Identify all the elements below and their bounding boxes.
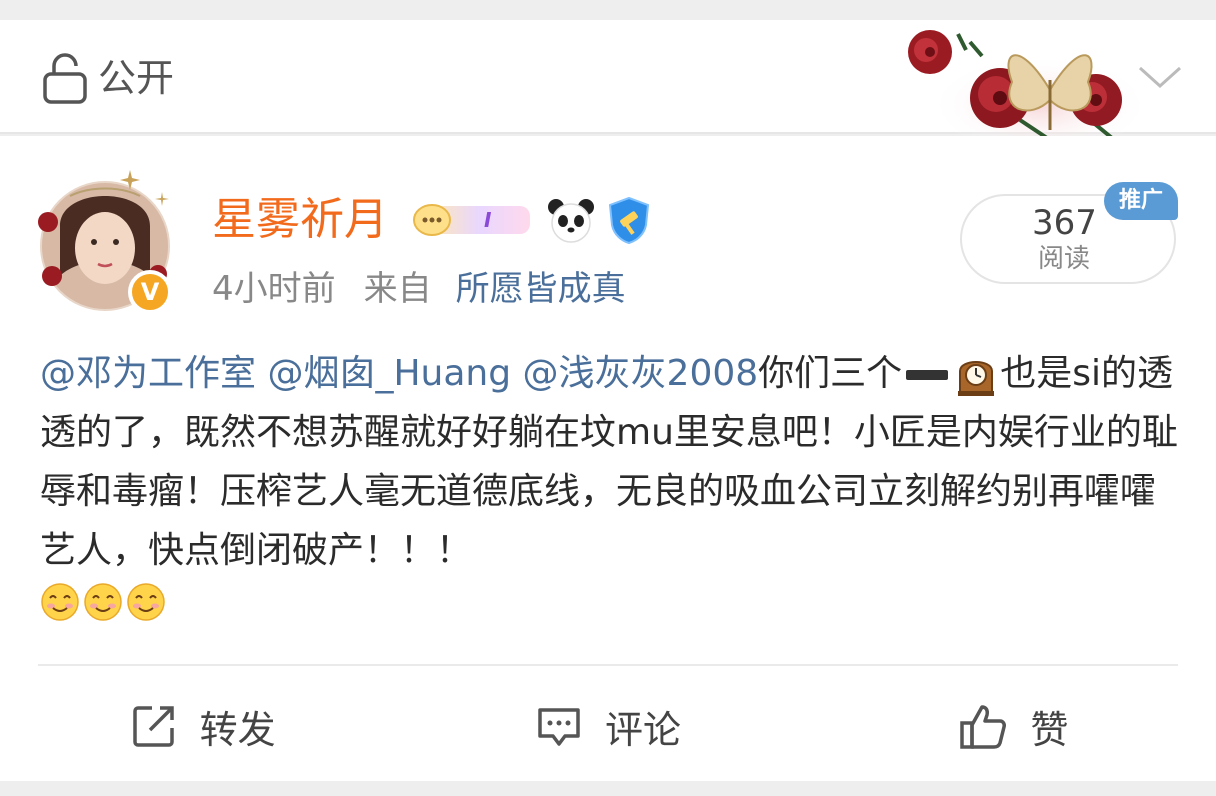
top-spacer <box>0 0 1216 20</box>
smile-emoji-icon <box>84 583 122 621</box>
username[interactable]: 星雾祈月 <box>212 188 388 252</box>
visibility-label: 公开 <box>98 56 175 100</box>
divider <box>38 664 1178 666</box>
repost-icon <box>132 706 174 747</box>
chevron-down-icon[interactable] <box>1130 56 1190 96</box>
smile-emoji-icon <box>127 583 165 621</box>
read-count: 367 <box>1032 203 1097 243</box>
shield-gavel-icon[interactable] <box>606 195 652 245</box>
bottom-spacer <box>0 781 1216 796</box>
thumbs-up-icon <box>960 705 1007 749</box>
source-link[interactable]: 所愿皆成真 <box>456 264 626 314</box>
mention-link[interactable]: @邓为工作室 <box>40 353 256 394</box>
svg-text:I: I <box>484 208 492 232</box>
visibility-header: 公开 <box>0 20 1216 150</box>
panda-icon[interactable] <box>546 195 596 245</box>
like-button[interactable]: 赞 <box>811 676 1216 776</box>
user-badges: I <box>410 195 652 245</box>
like-label: 赞 <box>1030 707 1069 752</box>
verified-badge: V <box>128 270 172 314</box>
post-meta: 4小时前 来自 所愿皆成真 <box>212 264 626 314</box>
repost-button[interactable]: 转发 <box>0 676 405 776</box>
read-label: 阅读 <box>1038 244 1091 274</box>
timestamp: 4小时前 <box>212 269 336 309</box>
comment-label: 评论 <box>604 707 681 752</box>
post-card: V 星雾祈月 I 4小时前 来自 所愿皆成真 367 阅读 推广 @邓为工作室 … <box>0 136 1216 781</box>
mantelpiece-clock-icon <box>958 361 995 396</box>
comment-icon <box>538 708 580 746</box>
action-bar: 转发 评论 赞 <box>0 676 1216 776</box>
promo-tag[interactable]: 推广 <box>1104 182 1178 220</box>
source-prefix: 来自 <box>363 269 432 309</box>
smile-emoji-icon <box>41 583 79 621</box>
visibility-toggle[interactable]: 公开 <box>42 52 174 104</box>
lock-open-icon <box>43 53 87 104</box>
mention-link[interactable]: @烟囱_Huang <box>267 353 511 394</box>
comment-button[interactable]: 评论 <box>405 676 810 776</box>
author-row: 星雾祈月 I <box>212 188 652 252</box>
dash-emoji-icon <box>906 370 949 380</box>
avatar[interactable]: V <box>30 166 180 316</box>
post-body: @邓为工作室 @烟囱_Huang @浅灰灰2008你们三个 也是si的透透的了，既… <box>40 344 1180 622</box>
post-text-intro: 你们三个 <box>758 353 903 394</box>
repost-label: 转发 <box>199 707 276 752</box>
chat-level-badge-icon[interactable]: I <box>410 196 534 244</box>
mention-link[interactable]: @浅灰灰2008 <box>523 353 759 394</box>
rose-butterfly-decoration <box>908 30 1140 150</box>
trailing-emojis <box>40 582 1180 622</box>
